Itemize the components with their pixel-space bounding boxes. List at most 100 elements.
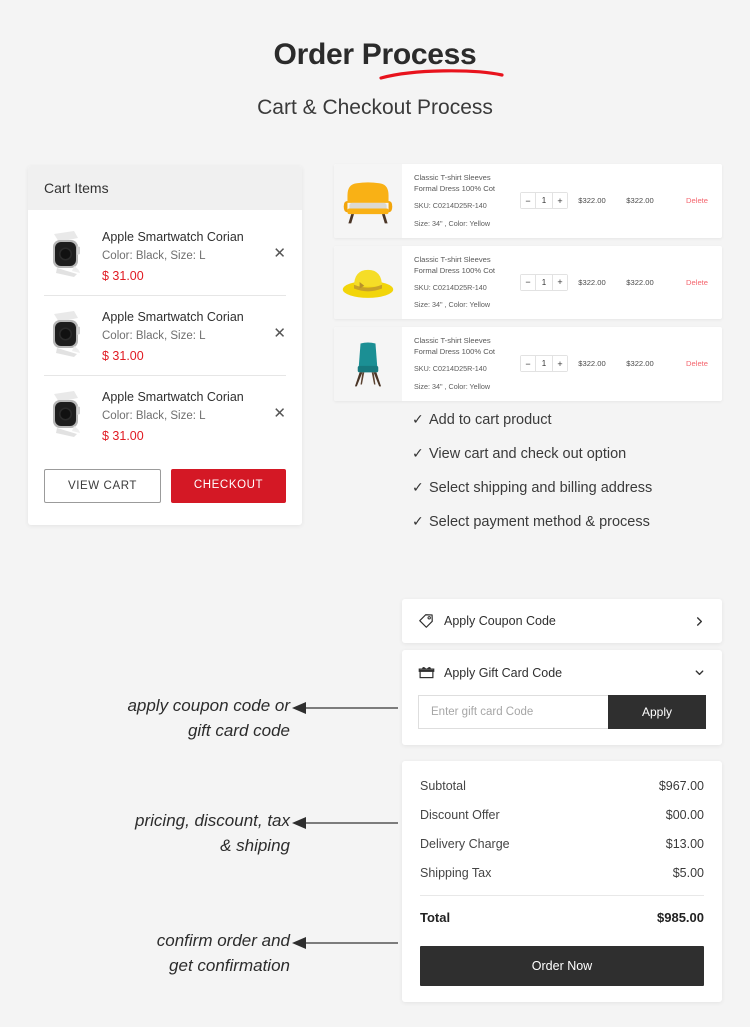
apply-gift-card-button[interactable]: Apply [608, 695, 706, 729]
feature-checklist: ✓ Add to cart product ✓ View cart and ch… [412, 412, 732, 548]
quantity-increment-button[interactable]: + [553, 356, 567, 372]
apple-watch-thumbnail [44, 310, 90, 358]
quantity-value: 1 [535, 193, 553, 209]
annotation-coupon: apply coupon code or gift card code [60, 694, 290, 743]
table-row[interactable]: Classic T-shirt Sleeves Formal Dress 100… [334, 164, 722, 238]
order-now-button[interactable]: Order Now [420, 946, 704, 986]
quantity-stepper[interactable]: − 1 + [520, 273, 568, 291]
checkout-button[interactable]: CHECKOUT [171, 469, 286, 503]
checklist-label: Add to cart product [429, 412, 552, 428]
chevron-right-icon[interactable] [692, 616, 706, 627]
summary-row: Delivery Charge $13.00 [420, 837, 704, 851]
quantity-decrement-button[interactable]: − [521, 274, 535, 290]
summary-value: $967.00 [658, 779, 704, 793]
summary-value: $00.00 [665, 808, 704, 822]
list-item[interactable]: Apple Smartwatch Corian Color: Black, Si… [44, 295, 286, 375]
title-underline-swoosh [379, 69, 504, 80]
apple-watch-thumbnail [44, 390, 90, 438]
check-icon: ✓ [412, 412, 424, 428]
apple-watch-thumbnail [44, 230, 90, 278]
delete-link[interactable]: Delete [686, 278, 712, 287]
delete-link[interactable]: Delete [686, 359, 712, 368]
check-icon: ✓ [412, 514, 424, 530]
order-summary-panel: Subtotal $967.00 Discount Offer $00.00 D… [402, 761, 722, 1002]
cart-item-name: Apple Smartwatch Corian [102, 390, 244, 404]
summary-value: $5.00 [672, 866, 704, 880]
gift-card-form: Apply [418, 695, 706, 729]
total-price: $322.00 [626, 196, 654, 206]
chevron-down-icon[interactable] [692, 667, 706, 678]
check-icon: ✓ [412, 446, 424, 462]
summary-row: Discount Offer $00.00 [420, 808, 704, 822]
cart-item-name: Apple Smartwatch Corian [102, 230, 244, 244]
close-icon[interactable]: ✕ [273, 246, 286, 261]
product-text: Classic T-shirt Sleeves Formal Dress 100… [414, 172, 512, 230]
checklist-label: Select shipping and billing address [429, 480, 653, 496]
annotation-line-2: gift card code [187, 720, 290, 740]
page-subtitle: Cart & Checkout Process [257, 96, 493, 119]
summary-total-row: Total $985.00 [420, 910, 704, 925]
list-item: ✓ Select payment method & process [412, 514, 732, 530]
delete-link[interactable]: Delete [686, 196, 712, 205]
apply-gift-card-panel: Apply Gift Card Code Apply [402, 650, 722, 745]
quantity-stepper[interactable]: − 1 + [520, 355, 568, 373]
list-item: ✓ Select shipping and billing address [412, 480, 732, 496]
quantity-stepper[interactable]: − 1 + [520, 192, 568, 210]
check-icon: ✓ [412, 480, 424, 496]
cart-item-variant: Color: Black, Size: L [102, 410, 206, 422]
product-sku: SKU: C0214D25R-140 [414, 282, 487, 292]
yellow-hat-thumbnail [334, 245, 402, 320]
checklist-label: View cart and check out option [429, 446, 627, 462]
annotation-line-1: confirm order and [156, 931, 290, 950]
cart-items-list: Apple Smartwatch Corian Color: Black, Si… [28, 210, 302, 525]
quantity-increment-button[interactable]: + [553, 274, 567, 290]
product-variant: Size: 34" , Color: Yellow [414, 218, 491, 228]
cart-actions: VIEW CART CHECKOUT [44, 455, 286, 509]
product-title: Classic T-shirt Sleeves Formal Dress 100… [414, 336, 496, 357]
list-item[interactable]: Apple Smartwatch Corian Color: Black, Si… [44, 375, 286, 455]
product-detail: Classic T-shirt Sleeves Formal Dress 100… [402, 164, 722, 238]
product-variant: Size: 34" , Color: Yellow [414, 381, 491, 391]
cart-item-price: $ 31.00 [102, 429, 144, 443]
cart-item-price: $ 31.00 [102, 349, 144, 363]
annotation-confirm: confirm order and get confirmation [80, 929, 290, 978]
cart-items-panel: Cart Items Apple Smartwatch Corian Color… [28, 166, 302, 525]
list-item: ✓ View cart and check out option [412, 446, 732, 462]
product-rows: Classic T-shirt Sleeves Formal Dress 100… [334, 164, 722, 409]
apply-coupon-code-row[interactable]: Apply Coupon Code [402, 599, 722, 643]
close-icon[interactable]: ✕ [273, 326, 286, 341]
gift-card-input[interactable] [418, 695, 608, 729]
gift-icon [418, 664, 444, 681]
cart-items-header: Cart Items [28, 166, 302, 210]
summary-divider [420, 895, 704, 896]
page-header: Order Process Cart & Checkout Process [0, 0, 750, 120]
summary-label: Shipping Tax [420, 866, 492, 880]
quantity-decrement-button[interactable]: − [521, 193, 535, 209]
quantity-value: 1 [535, 356, 553, 372]
list-item[interactable]: Apple Smartwatch Corian Color: Black, Si… [44, 216, 286, 295]
quantity-decrement-button[interactable]: − [521, 356, 535, 372]
apply-gift-card-row[interactable]: Apply Gift Card Code [418, 664, 706, 681]
cart-item-price: $ 31.00 [102, 269, 144, 283]
apply-gift-card-label: Apply Gift Card Code [444, 665, 563, 680]
annotation-arrow [292, 817, 398, 829]
cart-item-variant: Color: Black, Size: L [102, 330, 206, 342]
total-price: $322.00 [626, 277, 654, 287]
annotation-line-2: & shiping [220, 835, 290, 855]
table-row[interactable]: Classic T-shirt Sleeves Formal Dress 100… [334, 245, 722, 320]
table-row[interactable]: Classic T-shirt Sleeves Formal Dress 100… [334, 327, 722, 401]
close-icon[interactable]: ✕ [273, 406, 286, 421]
apply-coupon-label: Apply Coupon Code [444, 614, 556, 628]
quantity-increment-button[interactable]: + [553, 193, 567, 209]
product-text: Classic T-shirt Sleeves Formal Dress 100… [414, 335, 512, 393]
annotation-line-2: get confirmation [169, 955, 290, 975]
product-detail: Classic T-shirt Sleeves Formal Dress 100… [402, 327, 722, 401]
view-cart-button[interactable]: VIEW CART [44, 469, 161, 503]
annotation-line-1: pricing, discount, tax [135, 811, 290, 830]
total-label: Total [420, 910, 451, 925]
summary-label: Subtotal [420, 779, 466, 793]
cart-item-info: Apple Smartwatch Corian Color: Black, Si… [102, 390, 286, 443]
product-title: Classic T-shirt Sleeves Formal Dress 100… [414, 254, 496, 275]
page-title: Order Process [274, 38, 504, 80]
summary-label: Discount Offer [420, 808, 500, 822]
